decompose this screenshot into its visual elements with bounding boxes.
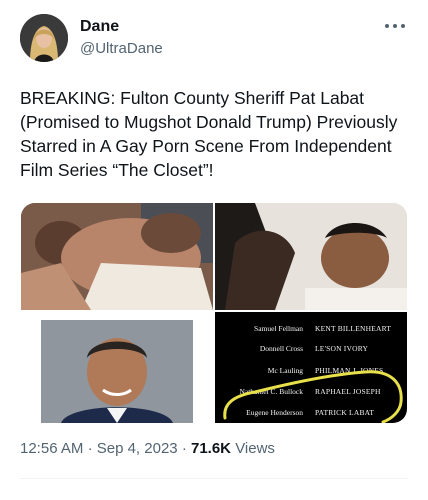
tweet-time[interactable]: 12:56 AM	[20, 440, 83, 457]
more-horizontal-icon[interactable]	[384, 14, 406, 35]
tweet-text: BREAKING: Fulton County Sheriff Pat Laba…	[20, 88, 398, 180]
display-name[interactable]: Dane	[80, 18, 119, 36]
tweet-date[interactable]: Sep 4, 2023	[97, 440, 178, 457]
media-image-4-credits[interactable]: Samuel Fellman KENT BILLENHEART Donnell …	[215, 312, 407, 423]
views-label: Views	[235, 440, 275, 457]
divider	[20, 478, 408, 479]
meta-separator: ·	[87, 440, 93, 457]
avatar[interactable]	[20, 14, 68, 62]
views-count: 71.6K	[190, 440, 232, 457]
highlight-circle	[223, 370, 403, 423]
media-image-1[interactable]	[21, 203, 213, 310]
user-handle[interactable]: @UltraDane	[80, 40, 163, 57]
tweet-meta: 12:56 AM · Sep 4, 2023 · 71.6K Views	[20, 440, 275, 457]
avatar-image	[20, 14, 68, 62]
media-image-2[interactable]	[215, 203, 407, 310]
media-grid[interactable]: Samuel Fellman KENT BILLENHEART Donnell …	[21, 203, 407, 423]
media-image-3[interactable]	[21, 312, 213, 423]
meta-separator: ·	[181, 440, 187, 457]
